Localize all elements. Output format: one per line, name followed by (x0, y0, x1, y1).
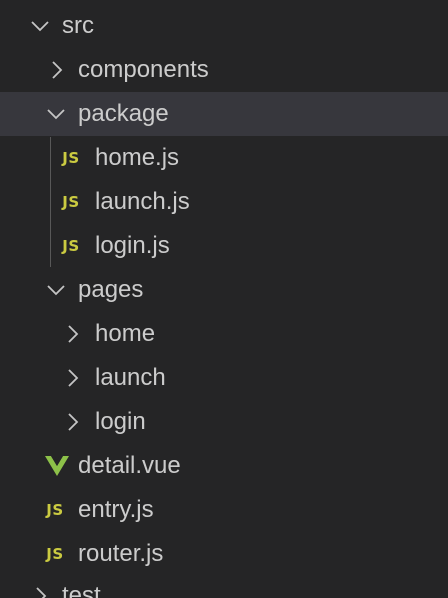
chevron-down-icon (28, 4, 52, 48)
file-label: entry.js (78, 496, 154, 523)
chevron-right-icon (62, 400, 84, 444)
js-file-icon: JS (62, 193, 80, 211)
folder-src[interactable]: src (0, 4, 448, 48)
folder-label: package (78, 100, 169, 127)
file-router-js[interactable]: JS router.js (0, 532, 448, 576)
folder-label: login (95, 408, 146, 435)
folder-pages-login[interactable]: login (0, 400, 448, 444)
vue-file-icon (42, 444, 72, 488)
file-entry-js[interactable]: JS entry.js (0, 488, 448, 532)
chevron-right-icon (46, 48, 68, 92)
folder-test[interactable]: test (0, 574, 448, 598)
chevron-right-icon (62, 356, 84, 400)
chevron-down-icon (44, 268, 68, 312)
js-file-icon: JS (46, 501, 64, 519)
js-file-icon: JS (62, 237, 80, 255)
folder-pages-home[interactable]: home (0, 312, 448, 356)
chevron-right-icon (30, 574, 52, 598)
chevron-down-icon (44, 92, 68, 136)
chevron-right-icon (62, 312, 84, 356)
folder-components[interactable]: components (0, 48, 448, 92)
file-launch-js[interactable]: JS launch.js (0, 180, 448, 224)
folder-label: pages (78, 276, 144, 303)
folder-label: components (78, 56, 209, 83)
file-label: router.js (78, 540, 164, 567)
js-file-icon: JS (62, 149, 80, 167)
file-label: detail.vue (78, 452, 181, 479)
folder-label: launch (95, 364, 166, 391)
folder-package[interactable]: package (0, 92, 448, 136)
folder-label: test (62, 582, 101, 598)
folder-pages-launch[interactable]: launch (0, 356, 448, 400)
js-file-icon: JS (46, 545, 64, 563)
file-label: launch.js (95, 188, 190, 215)
file-home-js[interactable]: JS home.js (0, 136, 448, 180)
file-label: home.js (95, 144, 180, 171)
folder-pages[interactable]: pages (0, 268, 448, 312)
file-detail-vue[interactable]: detail.vue (0, 444, 448, 488)
folder-label: src (62, 12, 94, 39)
file-login-js[interactable]: JS login.js (0, 224, 448, 268)
folder-label: home (95, 320, 156, 347)
file-explorer-tree: src components package JS home.js JS lau… (0, 0, 448, 598)
file-label: login.js (95, 232, 170, 259)
